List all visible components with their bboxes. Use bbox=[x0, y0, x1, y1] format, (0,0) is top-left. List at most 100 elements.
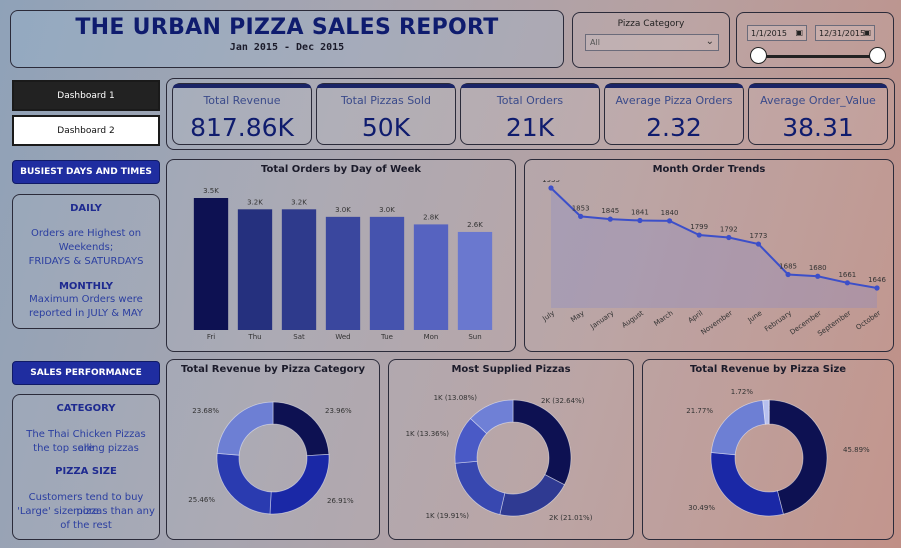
dashboard1-label: Dashboard 1 bbox=[57, 90, 115, 101]
x-tick-label: May bbox=[569, 309, 585, 324]
line-data-label: 1853 bbox=[572, 204, 590, 212]
revenue-by-category-chart: 23.96% 26.91% 25.46% 23.68% bbox=[188, 401, 354, 515]
size-line2: 'Large' size pizzas than any bbox=[17, 506, 155, 517]
line-point bbox=[815, 273, 821, 279]
report-title: THE URBAN PIZZA SALES REPORT bbox=[75, 15, 499, 40]
line-point bbox=[696, 232, 702, 238]
donut-data-label: 45.89% bbox=[843, 446, 870, 454]
sales-performance-header: SALES PERFORMANCE bbox=[12, 361, 160, 385]
dashboard1-button[interactable]: Dashboard 1 bbox=[12, 80, 160, 111]
category-slicer: Pizza Category All ⌄ bbox=[572, 12, 730, 68]
date-start-input[interactable]: 1/1/2015 ▣ bbox=[747, 25, 807, 41]
kpi-label: Total Revenue bbox=[203, 94, 281, 107]
line-point bbox=[578, 213, 584, 219]
line-data-label: 1646 bbox=[868, 276, 886, 284]
line-point bbox=[726, 234, 732, 241]
x-tick-label: April bbox=[687, 309, 705, 325]
most-supplied-panel: Most Supplied Pizzas 2K (32.64%) 2K (21.0… bbox=[388, 359, 634, 540]
x-tick-label: Sat bbox=[293, 333, 305, 341]
date-range-end-handle[interactable] bbox=[869, 47, 886, 64]
donut-slice bbox=[710, 452, 784, 517]
line-point bbox=[548, 185, 554, 191]
kpi-accent-bar bbox=[317, 84, 455, 88]
line-point bbox=[785, 271, 791, 278]
most-supplied-title: Most Supplied Pizzas bbox=[451, 364, 571, 375]
bar-data-label: 3.5K bbox=[203, 187, 219, 195]
size-line3: of the rest bbox=[60, 520, 112, 531]
daily-line1: Orders are Highest on bbox=[30, 228, 142, 239]
calendar-icon[interactable]: ▣ bbox=[795, 28, 803, 37]
dashboard2-button[interactable]: Dashboard 2 bbox=[12, 115, 160, 146]
line-point bbox=[755, 241, 762, 247]
kpi-card-avg-order-value: Average Order_Value 38.31 bbox=[748, 83, 888, 145]
donut-data-label: 2K (21.01%) bbox=[549, 514, 593, 522]
line-point bbox=[844, 280, 850, 286]
bar-data-label: 3.0K bbox=[335, 206, 351, 214]
bar-data-label: 3.2K bbox=[291, 198, 307, 206]
x-tick-label: Mon bbox=[424, 333, 439, 341]
date-end-input[interactable]: 12/31/2015 ▣ bbox=[815, 25, 875, 41]
kpi-accent-bar bbox=[749, 84, 887, 88]
line-data-label: 1799 bbox=[690, 223, 708, 231]
kpi-card-avg-pizza-orders: Average Pizza Orders 2.32 bbox=[604, 83, 744, 145]
donut-data-label: 1K (19.91%) bbox=[426, 512, 470, 520]
donut-slice bbox=[216, 401, 274, 456]
line-data-label: 1773 bbox=[750, 232, 768, 240]
monthly-line1: Maximum Orders were bbox=[29, 294, 143, 305]
date-slicer: 1/1/2015 ▣ 12/31/2015 ▣ bbox=[736, 12, 894, 68]
kpi-value: 38.31 bbox=[782, 113, 854, 142]
sales-performance-label: SALES PERFORMANCE bbox=[30, 368, 142, 378]
monthly-line2: reported in JULY & MAY bbox=[28, 308, 144, 319]
header-panel: THE URBAN PIZZA SALES REPORT Jan 2015 - … bbox=[10, 10, 564, 68]
most-supplied-chart: 2K (32.64%) 2K (21.01%) 1K (19.91%) 1K (13.… bbox=[406, 394, 593, 522]
donut-data-label: 25.46% bbox=[188, 496, 215, 504]
line-point bbox=[874, 285, 880, 291]
revenue-by-category-title: Total Revenue by Pizza Category bbox=[181, 364, 365, 375]
kpi-value: 50K bbox=[361, 113, 411, 142]
x-tick-label: Sun bbox=[468, 333, 481, 341]
orders-by-day-title: Total Orders by Day of Week bbox=[260, 164, 422, 175]
date-range-start-handle[interactable] bbox=[750, 47, 767, 64]
orders-by-day-chart: 3.5K Fri 3.2K Thu 3.2K Sat 3.0K Wed 3.0K Tue 2.8K M… bbox=[193, 187, 493, 341]
x-tick-label: March bbox=[653, 309, 675, 328]
donut-data-label: 30.49% bbox=[688, 504, 715, 512]
donut-slice bbox=[454, 460, 506, 515]
x-tick-label: Fri bbox=[207, 333, 215, 341]
donut-slice bbox=[269, 453, 330, 515]
revenue-by-size-panel: Total Revenue by Pizza Size 0.12%45.89%3… bbox=[642, 359, 894, 540]
kpi-accent-bar bbox=[461, 84, 599, 88]
bar-data-label: 2.6K bbox=[467, 221, 483, 229]
category-line2: the top selling pizzas bbox=[33, 443, 139, 454]
category-select[interactable]: All ⌄ bbox=[585, 34, 719, 51]
bar-data-label: 3.2K bbox=[247, 198, 263, 206]
line-data-label: 1685 bbox=[779, 263, 797, 271]
line-data-label: 1680 bbox=[809, 264, 827, 272]
donut-slice bbox=[512, 399, 572, 486]
kpi-accent-bar bbox=[173, 84, 311, 88]
category-heading: CATEGORY bbox=[56, 403, 116, 414]
x-tick-label: July bbox=[540, 309, 556, 323]
dashboard2-label: Dashboard 2 bbox=[57, 125, 115, 136]
date-range-track[interactable] bbox=[759, 55, 879, 58]
line-data-label: 1841 bbox=[631, 209, 649, 217]
x-tick-label: October bbox=[855, 309, 883, 332]
chevron-down-icon: ⌄ bbox=[705, 36, 714, 47]
x-tick-label: Tue bbox=[380, 333, 393, 341]
monthly-heading: MONTHLY bbox=[58, 281, 114, 292]
month-trends-chart: 1935 July 1853 May 1845 January 1841 August 1840… bbox=[540, 180, 886, 338]
donut-slice bbox=[216, 452, 272, 515]
orders-by-day-panel: Total Orders by Day of Week 3.5K Fri 3.2K T… bbox=[166, 159, 516, 352]
kpi-card-revenue: Total Revenue 817.86K bbox=[172, 83, 312, 145]
calendar-icon[interactable]: ▣ bbox=[863, 28, 871, 37]
donut-data-label: 1K (13.08%) bbox=[434, 394, 478, 402]
donut-data-label: 23.96% bbox=[325, 407, 352, 415]
category-slicer-label: Pizza Category bbox=[617, 19, 685, 29]
revenue-by-category-panel: Total Revenue by Pizza Category 23.96% 26… bbox=[166, 359, 380, 540]
kpi-label: Total Orders bbox=[496, 94, 564, 107]
bar-tue bbox=[369, 216, 405, 330]
kpi-label: Average Pizza Orders bbox=[615, 94, 733, 107]
donut-data-label: 23.68% bbox=[192, 407, 219, 415]
x-tick-label: September bbox=[816, 309, 852, 338]
month-trends-panel: Month Order Trends 1935 July 1853 May 1845 Ja… bbox=[524, 159, 894, 352]
kpi-value: 21K bbox=[505, 113, 555, 142]
